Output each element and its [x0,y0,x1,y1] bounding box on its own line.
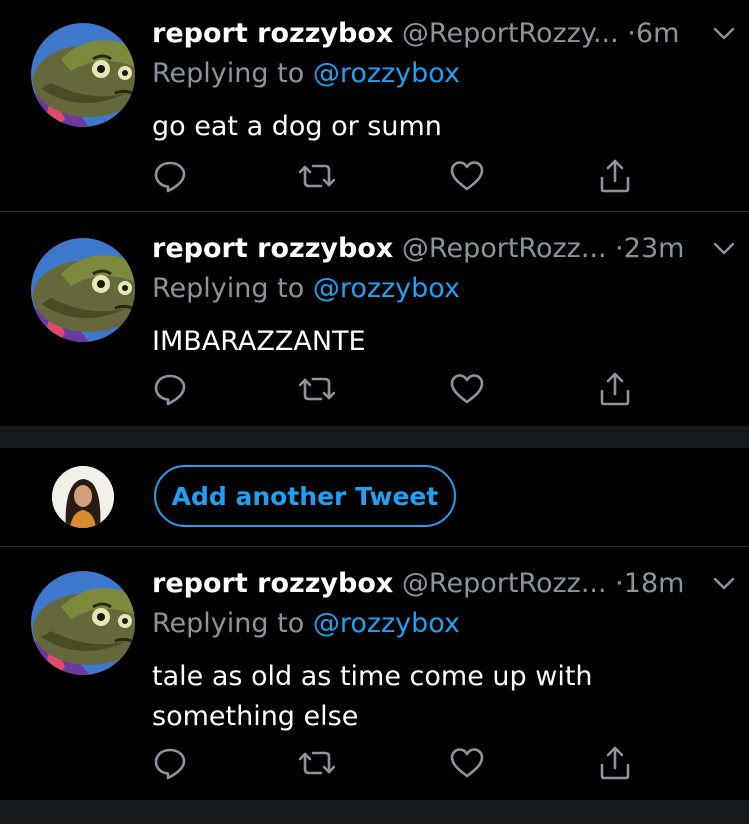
heart-icon[interactable] [449,158,485,194]
replying-prefix: Replying to [152,608,313,639]
separator-dot: · [615,568,624,599]
timestamp[interactable]: 18m [624,568,685,599]
display-name[interactable]: report rozzybox [152,568,393,599]
user-handle[interactable]: @ReportRozzy... [402,18,619,49]
tweet-text: tale as old as time come up with somethi… [152,661,593,732]
tweet[interactable]: report rozzybox @ReportRozz... ·18m Repl… [0,567,749,799]
divider [0,211,749,212]
tweet-actions [152,745,642,781]
share-icon[interactable] [597,745,633,781]
separator-dot: · [615,233,624,264]
heart-icon[interactable] [449,371,485,407]
reply-icon[interactable] [152,745,188,781]
retweet-icon[interactable] [299,158,335,194]
timestamp[interactable]: 23m [624,233,685,264]
mention-link[interactable]: @rozzybox [313,273,460,304]
display-name[interactable]: report rozzybox [152,18,393,49]
avatar[interactable] [31,23,135,127]
tweet-actions [152,371,642,407]
section-separator [0,426,749,448]
tweet-text: IMBARAZZANTE [152,326,366,357]
display-name[interactable]: report rozzybox [152,233,393,264]
user-handle[interactable]: @ReportRozz... [402,568,607,599]
avatar[interactable] [31,571,135,675]
tweet-actions [152,158,642,194]
tweet[interactable]: report rozzybox @ReportRozzy... ·6m Repl… [0,17,749,211]
reply-icon[interactable] [152,158,188,194]
user-handle[interactable]: @ReportRozz... [402,233,607,264]
replying-prefix: Replying to [152,273,313,304]
timestamp[interactable]: 6m [636,18,679,49]
replying-to: Replying to @rozzybox [152,57,460,91]
add-another-tweet-button[interactable]: Add another Tweet [154,465,456,527]
replying-prefix: Replying to [152,58,313,89]
chevron-down-icon[interactable] [711,567,737,601]
chevron-down-icon[interactable] [711,232,737,266]
separator-dot: · [627,18,636,49]
tweet-header: report rozzybox @ReportRozz... ·23m [152,232,729,266]
divider [0,546,749,547]
chevron-down-icon[interactable] [711,17,737,51]
tweet[interactable]: report rozzybox @ReportRozz... ·23m Repl… [0,232,749,424]
heart-icon[interactable] [449,745,485,781]
tweet-header: report rozzybox @ReportRozz... ·18m [152,567,729,601]
section-separator [0,800,749,824]
share-icon[interactable] [597,371,633,407]
retweet-icon[interactable] [299,371,335,407]
mention-link[interactable]: @rozzybox [313,58,460,89]
user-avatar[interactable] [52,466,114,528]
reply-icon[interactable] [152,371,188,407]
share-icon[interactable] [597,158,633,194]
avatar[interactable] [31,238,135,342]
replying-to: Replying to @rozzybox [152,272,460,306]
retweet-icon[interactable] [299,745,335,781]
tweet-header: report rozzybox @ReportRozzy... ·6m [152,17,729,51]
tweet-text: go eat a dog or sumn [152,111,442,142]
replying-to: Replying to @rozzybox [152,607,460,641]
mention-link[interactable]: @rozzybox [313,608,460,639]
